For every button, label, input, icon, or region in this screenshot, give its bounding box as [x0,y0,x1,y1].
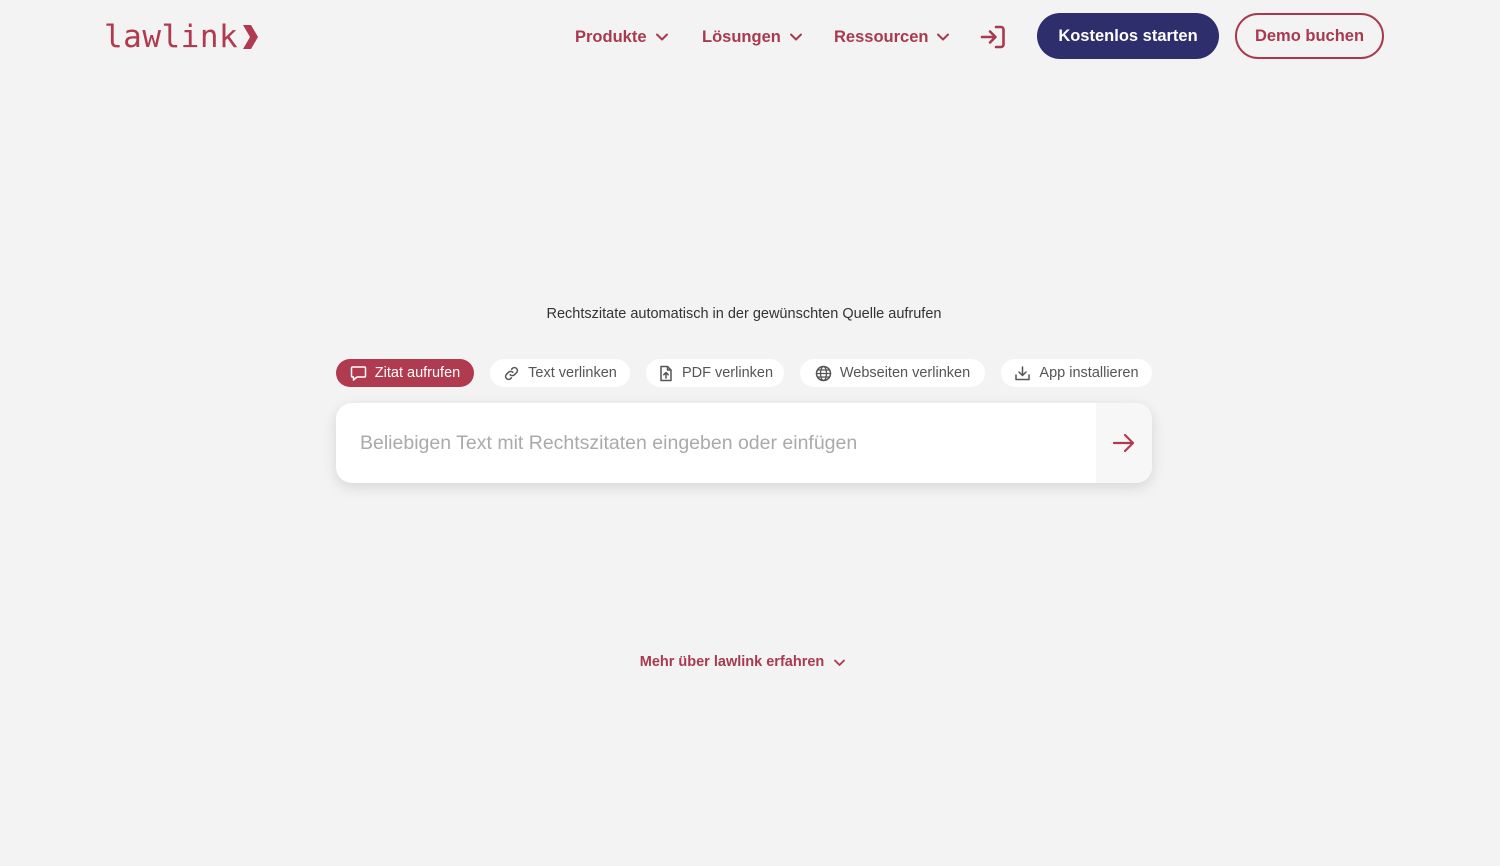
page: lawlink Produkte Lösungen Ressourcen Kos… [0,0,1500,866]
chevron-down-icon [937,33,950,41]
logo-text: lawlink [104,19,239,55]
chevron-down-icon [789,33,802,41]
tab-pdf-verlinken-label: PDF verlinken [681,365,774,381]
chevron-down-icon [655,33,668,41]
chevron-down-icon [834,659,846,666]
tab-text-verlinken-label: Text verlinken [528,365,617,381]
tab-webseiten-verlinken-label: Webseiten verlinken [839,365,971,381]
start-free-button[interactable]: Kostenlos starten [1037,13,1219,59]
download-icon [1015,365,1031,380]
login-icon[interactable] [979,23,1007,51]
tab-zitat-aufrufen-label: Zitat aufrufen [374,365,461,381]
learn-more-link[interactable]: Mehr über lawlink erfahren [0,654,1486,670]
tab-webseiten-verlinken[interactable]: Webseiten verlinken [800,359,985,387]
globe-icon [815,365,832,381]
learn-more-label: Mehr über lawlink erfahren [639,654,825,670]
search-box [336,403,1152,483]
speech-bubble-icon [350,365,367,381]
book-demo-button[interactable]: Demo buchen [1235,13,1384,59]
tab-pdf-verlinken[interactable]: PDF verlinken [646,359,784,387]
tab-app-installieren[interactable]: App installieren [1001,359,1152,387]
nav-loesungen[interactable]: Lösungen [702,24,803,50]
nav-produkte[interactable]: Produkte [575,24,669,50]
nav-loesungen-label: Lösungen [702,27,781,46]
hero-tagline: Rechtszitate automatisch in der gewünsch… [546,306,942,322]
site-header: lawlink Produkte Lösungen Ressourcen Kos… [0,0,1500,74]
nav-produkte-label: Produkte [575,27,647,46]
nav-ressourcen[interactable]: Ressourcen [834,24,950,50]
tab-app-installieren-label: App installieren [1039,365,1139,381]
logo[interactable]: lawlink [104,18,259,56]
file-upload-icon [660,365,672,381]
search-input[interactable] [336,403,1096,483]
chevron-right-icon [241,24,259,50]
nav-ressourcen-label: Ressourcen [834,27,929,46]
link-icon [505,366,519,380]
arrow-right-icon [1112,433,1135,453]
tab-text-verlinken[interactable]: Text verlinken [490,359,630,387]
tab-zitat-aufrufen[interactable]: Zitat aufrufen [336,359,474,387]
search-submit-button[interactable] [1096,403,1152,483]
